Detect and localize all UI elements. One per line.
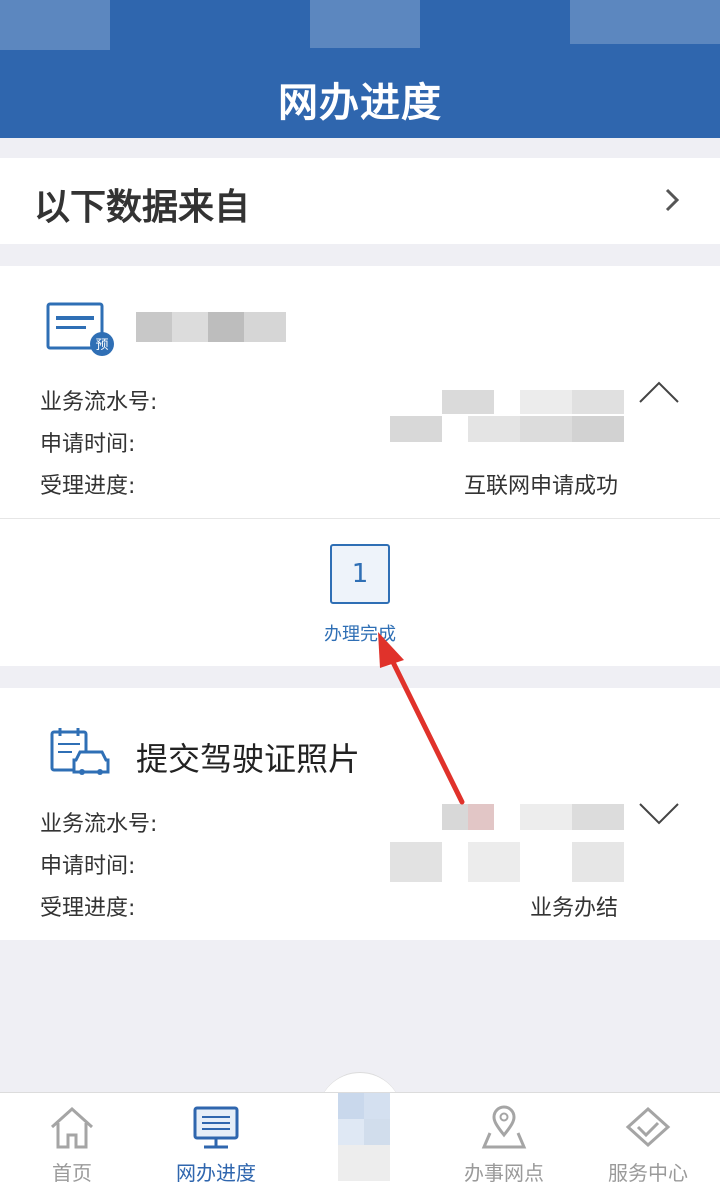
record-title: 提交驾驶证照片 — [136, 740, 361, 778]
chevron-down-icon[interactable] — [638, 802, 680, 826]
tab-center[interactable] — [288, 1093, 432, 1190]
step-number-box[interactable]: 1 — [330, 544, 390, 604]
blurred-status-area — [570, 0, 720, 44]
tab-home[interactable]: 首页 — [0, 1093, 144, 1190]
app-header: 网办进度 — [0, 0, 720, 138]
progress-label: 受理进度: — [40, 474, 136, 499]
tab-online-progress[interactable]: 网办进度 — [144, 1093, 288, 1190]
page-title: 网办进度 — [278, 80, 442, 126]
progress-value: 互联网申请成功 — [463, 474, 618, 499]
tab-service-outlets[interactable]: 办事网点 — [432, 1093, 576, 1190]
home-icon — [50, 1106, 94, 1149]
serial-number-label: 业务流水号: — [40, 390, 158, 415]
bottom-tab-bar: 首页 网办进度 办事网点 服务中心 — [0, 1092, 720, 1190]
blurred-name — [136, 312, 286, 342]
tab-label: 网办进度 — [176, 1161, 256, 1185]
application-form-icon: 预 — [46, 302, 114, 356]
badge-label: 预 — [95, 338, 108, 353]
apply-time-label: 申请时间: — [40, 854, 136, 879]
handshake-icon — [625, 1106, 671, 1148]
record-card-2: 提交驾驶证照片 业务流水号: 申请时间: 受理进度: 业务办结 — [0, 688, 720, 940]
blurred-status-area — [0, 0, 110, 50]
tab-service-center[interactable]: 服务中心 — [576, 1093, 720, 1190]
tab-label: 首页 — [52, 1161, 92, 1185]
monitor-icon — [193, 1106, 239, 1149]
blurred-status-area — [310, 0, 420, 48]
tab-label: 办事网点 — [464, 1161, 544, 1185]
progress-value: 业务办结 — [529, 896, 618, 921]
data-source-label: 以下数据来自 — [34, 187, 251, 228]
annotation-arrow — [378, 632, 465, 805]
center-icon — [338, 1093, 390, 1190]
data-source-row[interactable]: 以下数据来自 — [0, 158, 720, 244]
serial-number-label: 业务流水号: — [40, 812, 158, 837]
apply-time-label: 申请时间: — [40, 432, 136, 457]
blurred-serial-time — [390, 376, 624, 446]
divider — [0, 518, 720, 519]
chevron-up-icon[interactable] — [638, 380, 680, 404]
location-map-icon — [481, 1105, 527, 1149]
tab-label: 服务中心 — [608, 1161, 688, 1185]
chevron-right-icon — [665, 188, 680, 212]
calendar-car-icon — [50, 728, 110, 775]
record-card-1: 预 业务流水号: 申请时间: 受理进度: 互联网申请成功 1 办理完成 — [0, 266, 720, 666]
progress-label: 受理进度: — [40, 896, 136, 921]
